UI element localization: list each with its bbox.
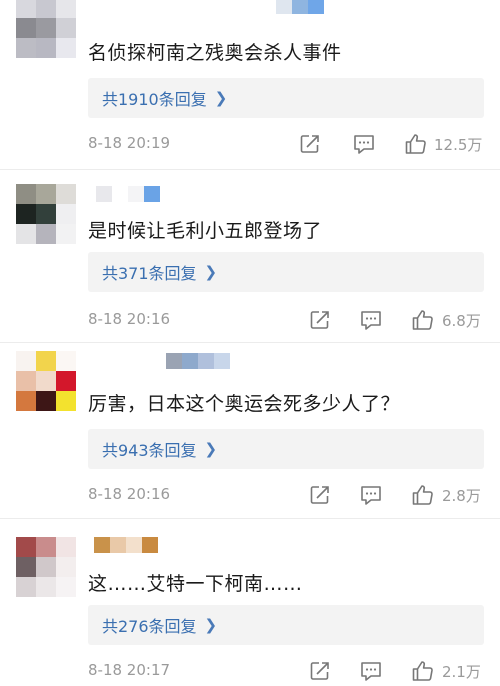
- view-replies-button[interactable]: 共276条回复 ❯: [88, 605, 484, 645]
- comment-item: 名侦探柯南之残奥会杀人事件 共1910条回复 ❯ 8-18 20:19 12.5…: [0, 0, 500, 170]
- view-replies-button[interactable]: 共943条回复 ❯: [88, 429, 484, 469]
- view-replies-button[interactable]: 共371条回复 ❯: [88, 252, 484, 292]
- username[interactable]: [94, 537, 158, 553]
- like-count: 6.8万: [442, 312, 481, 330]
- timestamp: 8-18 20:17: [88, 661, 171, 679]
- like-count: 2.1万: [442, 663, 481, 681]
- like-count: 12.5万: [434, 136, 483, 154]
- comment-icon[interactable]: [359, 659, 383, 683]
- chevron-right-icon: ❯: [204, 263, 218, 281]
- like-count: 2.8万: [442, 487, 481, 505]
- username[interactable]: [96, 186, 160, 202]
- comment-item: 这……艾特一下柯南…… 共276条回复 ❯ 8-18 20:17 2.1万: [0, 519, 500, 686]
- timestamp: 8-18 20:16: [88, 310, 171, 328]
- chevron-right-icon: ❯: [204, 616, 218, 634]
- comment-item: 厉害，日本这个奥运会死多少人了？ 共943条回复 ❯ 8-18 20:16 2.…: [0, 343, 500, 518]
- reply-count: 共276条回复: [102, 617, 197, 636]
- avatar[interactable]: [16, 184, 76, 244]
- like-icon[interactable]: [411, 483, 435, 507]
- timestamp: 8-18 20:19: [88, 134, 171, 152]
- like-icon[interactable]: [404, 132, 428, 156]
- comment-icon[interactable]: [359, 483, 383, 507]
- username[interactable]: [260, 0, 324, 14]
- share-icon[interactable]: [308, 659, 332, 683]
- reply-count: 共943条回复: [102, 441, 197, 460]
- comment-text: 这……艾特一下柯南……: [88, 573, 303, 595]
- comment-icon[interactable]: [352, 132, 376, 156]
- comment-item: 是时候让毛利小五郎登场了 共371条回复 ❯ 8-18 20:16 6.8万: [0, 170, 500, 342]
- comment-text: 是时候让毛利小五郎登场了: [88, 220, 323, 242]
- comment-text: 名侦探柯南之残奥会杀人事件: [88, 42, 342, 64]
- reply-count: 共371条回复: [102, 264, 197, 283]
- reply-count: 共1910条回复: [102, 90, 207, 109]
- avatar[interactable]: [16, 537, 76, 597]
- comment-icon[interactable]: [359, 308, 383, 332]
- avatar[interactable]: [16, 0, 76, 58]
- avatar[interactable]: [16, 351, 76, 411]
- share-icon[interactable]: [308, 308, 332, 332]
- like-icon[interactable]: [411, 659, 435, 683]
- like-icon[interactable]: [411, 308, 435, 332]
- share-icon[interactable]: [298, 132, 322, 156]
- chevron-right-icon: ❯: [204, 440, 218, 458]
- timestamp: 8-18 20:16: [88, 485, 171, 503]
- share-icon[interactable]: [308, 483, 332, 507]
- comment-text: 厉害，日本这个奥运会死多少人了？: [88, 393, 401, 415]
- username[interactable]: [166, 353, 230, 369]
- view-replies-button[interactable]: 共1910条回复 ❯: [88, 78, 484, 118]
- chevron-right-icon: ❯: [214, 89, 228, 107]
